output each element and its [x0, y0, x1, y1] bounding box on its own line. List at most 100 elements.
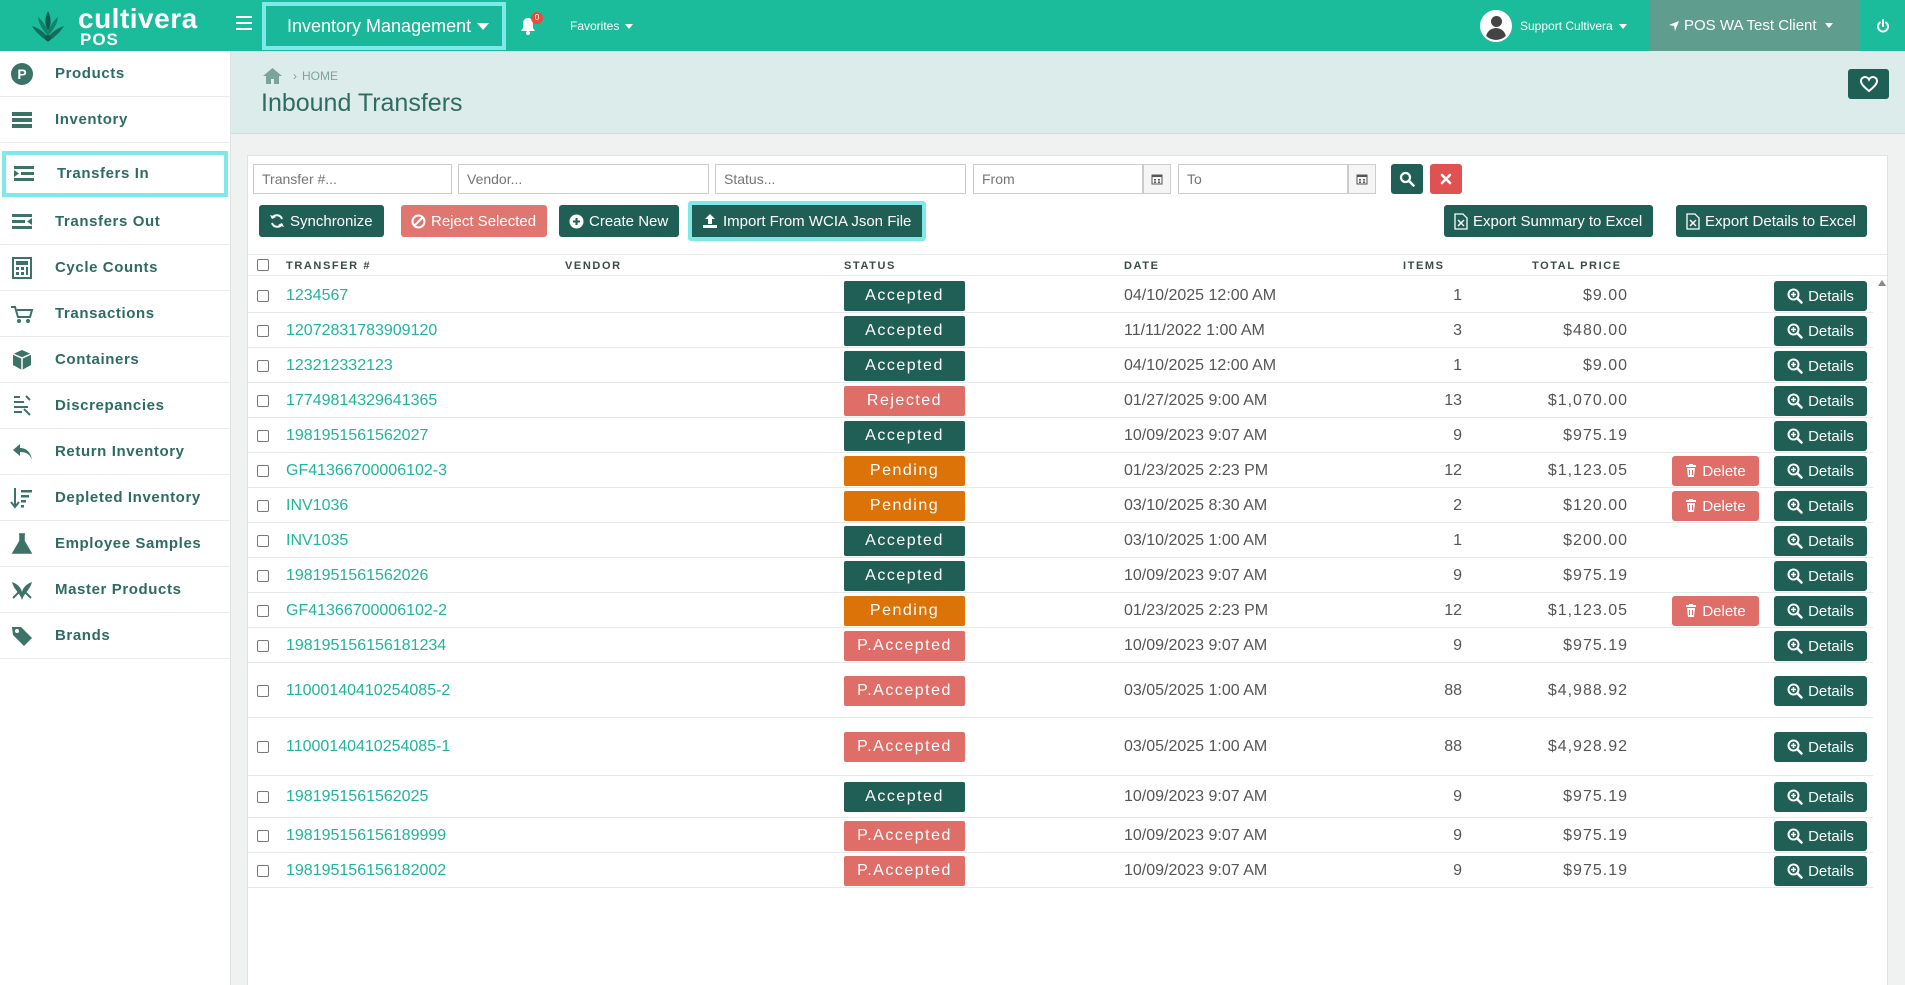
transfer-number-link[interactable]: 12072831783909120	[286, 322, 437, 340]
export-summary-button[interactable]: Export Summary to Excel	[1444, 205, 1654, 237]
status-badge: P.Accepted	[844, 732, 965, 762]
reject-selected-button[interactable]: Reject Selected	[401, 205, 548, 237]
delete-button[interactable]: Delete	[1672, 491, 1759, 521]
column-header-date[interactable]: DATE	[1124, 260, 1160, 272]
sidebar-item-label: Depleted Inventory	[55, 489, 201, 506]
details-button[interactable]: Details	[1774, 821, 1867, 851]
from-date-filter[interactable]	[973, 164, 1143, 194]
column-header-vendor[interactable]: VENDOR	[565, 260, 622, 272]
sidebar-item-discrepancies[interactable]: Discrepancies	[0, 383, 230, 429]
row-checkbox[interactable]	[257, 741, 269, 753]
transfer-number-link[interactable]: GF41366700006102-3	[286, 462, 447, 480]
transfer-number-link[interactable]: 11000140410254085-1	[286, 738, 450, 756]
delete-button[interactable]: Delete	[1672, 596, 1759, 626]
transfer-number-link[interactable]: 198195156156189999	[286, 827, 446, 845]
row-checkbox[interactable]	[257, 570, 269, 582]
create-new-button[interactable]: Create New	[559, 205, 680, 237]
sidebar-item-master-products[interactable]: Master Products	[0, 567, 230, 613]
transfer-number-link[interactable]: INV1036	[286, 497, 348, 515]
vendor-filter[interactable]	[458, 164, 709, 194]
transfer-number-link[interactable]: 1234567	[286, 287, 348, 305]
logout-button[interactable]	[1860, 0, 1905, 51]
column-header-total-price[interactable]: TOTAL PRICE	[1532, 260, 1622, 272]
transfer-number-link[interactable]: 17749814329641365	[286, 392, 437, 410]
row-checkbox[interactable]	[257, 360, 269, 372]
details-button[interactable]: Details	[1774, 732, 1867, 762]
sidebar-item-inventory[interactable]: Inventory	[0, 97, 230, 143]
transfer-number-link[interactable]: 198195156156182002	[286, 862, 446, 880]
add-favorite-button[interactable]	[1848, 69, 1889, 99]
to-date-filter[interactable]	[1178, 164, 1348, 194]
transfer-number-link[interactable]: 1981951561562027	[286, 427, 428, 445]
details-button[interactable]: Details	[1774, 351, 1867, 381]
column-header-items[interactable]: ITEMS	[1403, 260, 1445, 272]
column-header-transfer[interactable]: TRANSFER #	[286, 260, 371, 272]
row-checkbox[interactable]	[257, 640, 269, 652]
user-menu[interactable]: Support Cultivera	[1480, 10, 1627, 42]
search-button[interactable]	[1391, 164, 1423, 194]
details-button[interactable]: Details	[1774, 456, 1867, 486]
delete-button[interactable]: Delete	[1672, 456, 1759, 486]
details-button[interactable]: Details	[1774, 421, 1867, 451]
row-checkbox[interactable]	[257, 830, 269, 842]
row-checkbox[interactable]	[257, 605, 269, 617]
sidebar-item-depleted-inventory[interactable]: Depleted Inventory	[0, 475, 230, 521]
sidebar-item-employee-samples[interactable]: Employee Samples	[0, 521, 230, 567]
transfer-number-link[interactable]: 198195156156181234	[286, 637, 446, 655]
details-button[interactable]: Details	[1774, 526, 1867, 556]
transfer-number-link[interactable]: 1981951561562026	[286, 567, 428, 585]
row-checkbox[interactable]	[257, 430, 269, 442]
sidebar-item-return-inventory[interactable]: Return Inventory	[0, 429, 230, 475]
details-button[interactable]: Details	[1774, 491, 1867, 521]
details-button[interactable]: Details	[1774, 561, 1867, 591]
details-button[interactable]: Details	[1774, 316, 1867, 346]
row-checkbox[interactable]	[257, 395, 269, 407]
details-button[interactable]: Details	[1774, 386, 1867, 416]
row-checkbox[interactable]	[257, 465, 269, 477]
details-button[interactable]: Details	[1774, 676, 1867, 706]
clear-filters-button[interactable]	[1430, 164, 1462, 194]
row-checkbox[interactable]	[257, 865, 269, 877]
row-checkbox[interactable]	[257, 500, 269, 512]
details-button[interactable]: Details	[1774, 281, 1867, 311]
transfer-number-link[interactable]: 123212332123	[286, 357, 393, 375]
export-details-button[interactable]: Export Details to Excel	[1676, 205, 1867, 237]
details-button[interactable]: Details	[1774, 856, 1867, 886]
row-checkbox[interactable]	[257, 685, 269, 697]
sidebar-item-products[interactable]: P Products	[0, 51, 230, 97]
import-wcia-button[interactable]: Import From WCIA Json File	[688, 201, 927, 241]
details-button[interactable]: Details	[1774, 782, 1867, 812]
status-filter[interactable]	[715, 164, 966, 194]
sidebar-item-cycle-counts[interactable]: Cycle Counts	[0, 245, 230, 291]
home-icon[interactable]	[262, 67, 283, 85]
sidebar-item-transfers-out[interactable]: Transfers Out	[0, 199, 230, 245]
from-calendar-button[interactable]	[1143, 164, 1171, 194]
scroll-up-arrow[interactable]	[1878, 280, 1886, 286]
transfer-number-link[interactable]: 11000140410254085-2	[286, 682, 450, 700]
to-calendar-button[interactable]	[1348, 164, 1376, 194]
sidebar-item-transfers-in[interactable]: Transfers In	[2, 151, 228, 197]
details-button[interactable]: Details	[1774, 631, 1867, 661]
location-selector[interactable]: POS WA Test Client	[1650, 0, 1860, 51]
select-all-checkbox[interactable]	[257, 259, 269, 271]
total-price-cell: $975.19	[1563, 427, 1628, 444]
transfer-number-filter[interactable]	[253, 164, 452, 194]
breadcrumb-home[interactable]: HOME	[302, 69, 338, 83]
details-button[interactable]: Details	[1774, 596, 1867, 626]
sidebar-item-containers[interactable]: Containers	[0, 337, 230, 383]
sidebar-item-transactions[interactable]: Transactions	[0, 291, 230, 337]
column-header-status[interactable]: STATUS	[844, 260, 896, 272]
row-checkbox[interactable]	[257, 791, 269, 803]
sidebar-item-brands[interactable]: Brands	[0, 613, 230, 659]
transfer-number-link[interactable]: INV1035	[286, 532, 348, 550]
menu-toggle-icon[interactable]	[236, 16, 252, 30]
favorites-dropdown[interactable]: Favorites	[570, 19, 634, 33]
row-checkbox[interactable]	[257, 290, 269, 302]
module-selector-dropdown[interactable]: Inventory Management	[262, 2, 506, 50]
transfer-number-link[interactable]: GF41366700006102-2	[286, 602, 447, 620]
synchronize-button[interactable]: Synchronize	[259, 205, 384, 237]
transfer-number-link[interactable]: 1981951561562025	[286, 788, 428, 806]
row-checkbox[interactable]	[257, 325, 269, 337]
row-checkbox[interactable]	[257, 535, 269, 547]
cultivera-logo[interactable]: cultivera POS	[28, 5, 198, 49]
